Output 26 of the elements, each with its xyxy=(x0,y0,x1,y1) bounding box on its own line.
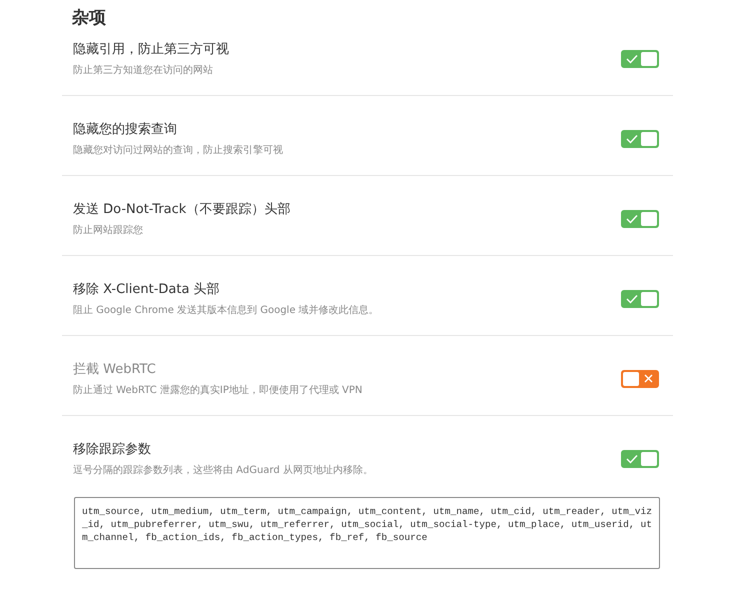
toggle-switch[interactable] xyxy=(621,450,659,468)
toggle-switch[interactable] xyxy=(621,370,659,388)
setting-description: 防止通过 WebRTC 泄露您的真实IP地址，即便使用了代理或 VPN xyxy=(73,384,362,397)
setting-description: 隐藏您对访问过网站的查询，防止搜索引擎可视 xyxy=(73,144,283,157)
section-title: 杂项 xyxy=(71,7,107,30)
checkmark-icon xyxy=(626,294,638,304)
setting-description: 防止网站跟踪您 xyxy=(73,224,144,237)
toggle-switch[interactable] xyxy=(621,50,659,68)
checkmark-icon xyxy=(626,454,638,464)
close-icon xyxy=(644,374,652,383)
toggle-switch[interactable] xyxy=(621,130,659,148)
setting-title: 发送 Do-Not-Track（不要跟踪）头部 xyxy=(73,201,290,218)
setting-description: 逗号分隔的跟踪参数列表，这些将由 AdGuard 从网页地址内移除。 xyxy=(73,464,373,477)
checkmark-icon xyxy=(626,134,638,144)
tracking-parameters-field[interactable]: utm_source, utm_medium, utm_term, utm_campaign, utm_content, utm_name, utm_cid, utm_reader, utm_viz_id, utm_pubreferrer, utm_swu, utm_referrer, utm_social, utm_social-type, utm_place, utm_userid, utm_channel, fb_action_ids, fb_action_types, fb_ref, fb_source xyxy=(74,497,660,569)
setting-title: 拦截 WebRTC xyxy=(73,361,157,378)
toggle-switch[interactable] xyxy=(621,290,659,308)
setting-title: 隐藏您的搜索查询 xyxy=(73,121,178,138)
setting-title: 移除 X-Client-Data 头部 xyxy=(73,281,221,298)
checkmark-icon xyxy=(626,214,638,224)
setting-description: 阻止 Google Chrome 发送其版本信息到 Google 域并修改此信息。 xyxy=(73,304,379,317)
checkmark-icon xyxy=(626,54,638,64)
toggle-switch[interactable] xyxy=(621,210,659,228)
setting-title: 移除跟踪参数 xyxy=(73,441,152,458)
setting-description: 防止第三方知道您在访问的网站 xyxy=(73,64,214,77)
setting-title: 隐藏引用，防止第三方可视 xyxy=(73,41,229,58)
